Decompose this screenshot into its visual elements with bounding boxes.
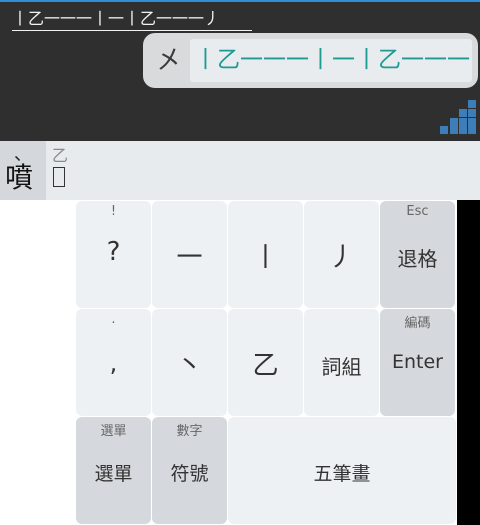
key-backspace[interactable]: Esc 退格: [380, 201, 455, 308]
key-hint: 選單: [100, 424, 127, 439]
key-label: ?: [106, 237, 121, 267]
missing-glyph-box: [53, 167, 65, 187]
key-comma[interactable]: . ,: [76, 309, 151, 416]
key-stroke-zhe[interactable]: 乙: [228, 309, 303, 416]
key-enter[interactable]: 編碼 Enter: [380, 309, 455, 416]
key-phrase[interactable]: 詞組: [304, 309, 379, 416]
key-question[interactable]: ! ?: [76, 201, 151, 308]
keyboard-right-edge: [457, 200, 480, 525]
stairs-icon: [440, 100, 476, 134]
key-label: 符號: [170, 463, 209, 485]
key-stroke-pie[interactable]: 丿: [304, 201, 379, 308]
key-stroke-dian[interactable]: 丶: [152, 309, 227, 416]
composition-root: 㐅: [155, 46, 182, 76]
key-label: 一: [176, 243, 203, 273]
composition-strokes: 丨乙一一一丨一丨乙一一一丿: [190, 39, 472, 82]
key-menu[interactable]: 選單 選單: [76, 417, 151, 524]
key-hint: 數字: [176, 424, 203, 439]
key-label: 五筆畫: [313, 463, 371, 485]
key-label: 乙: [252, 351, 279, 381]
key-label: Enter: [392, 351, 443, 373]
key-label: 丿: [328, 243, 355, 273]
key-hint: !: [110, 204, 117, 219]
key-label: 丨: [252, 243, 279, 273]
key-hint: Esc: [406, 204, 429, 219]
next-stroke-hint: 乙: [52, 146, 69, 165]
key-label: 詞組: [321, 355, 362, 379]
key-stroke-heng[interactable]: 一: [152, 201, 227, 308]
key-stroke-shu[interactable]: 丨: [228, 201, 303, 308]
panel-accent-border: [0, 0, 480, 2]
key-hint: 編碼: [404, 316, 431, 331]
key-hint: .: [111, 312, 116, 327]
key-label: 退格: [397, 247, 438, 271]
candidate-char[interactable]: 噴: [5, 160, 33, 196]
key-label: ,: [109, 349, 118, 377]
candidate-bar: [0, 141, 480, 200]
key-space[interactable]: 五筆畫: [228, 417, 456, 524]
input-text-field[interactable]: 丨乙一一一丨一丨乙一一一丿: [12, 8, 252, 31]
key-symbols[interactable]: 數字 符號: [152, 417, 227, 524]
key-label: 選單: [94, 463, 133, 485]
key-label: 丶: [176, 351, 203, 381]
